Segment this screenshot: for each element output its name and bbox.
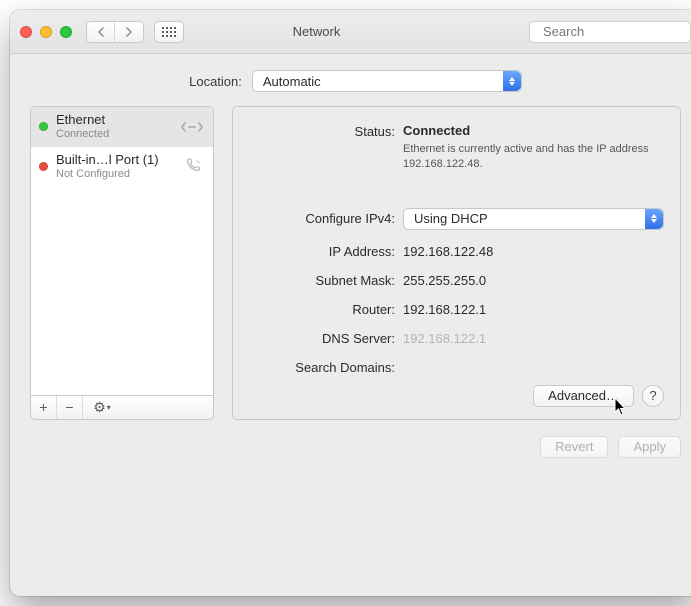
- back-button[interactable]: [87, 22, 115, 42]
- dns-value: 192.168.122.1: [403, 331, 664, 346]
- interface-name: Ethernet: [56, 113, 173, 128]
- ipv4-label: Configure IPv4:: [249, 211, 395, 226]
- ipv4-select-wrap: Using DHCP: [403, 208, 664, 230]
- chevron-down-icon: ▾: [107, 403, 111, 412]
- interface-status: Connected: [56, 128, 173, 141]
- close-window-button[interactable]: [20, 26, 32, 38]
- location-value: Automatic: [263, 74, 321, 89]
- detail-footer: Advanced… ?: [249, 375, 664, 407]
- revert-button[interactable]: Revert: [540, 436, 608, 458]
- router-label: Router:: [249, 302, 395, 317]
- zoom-window-button[interactable]: [60, 26, 72, 38]
- minimize-window-button[interactable]: [40, 26, 52, 38]
- interface-item-ethernet[interactable]: Ethernet Connected: [31, 107, 213, 147]
- status-value: Connected: [403, 123, 664, 138]
- remove-interface-button[interactable]: −: [57, 396, 83, 419]
- stepper-icon: [503, 71, 521, 91]
- interface-name: Built-in…l Port (1): [56, 153, 173, 168]
- router-value: 192.168.122.1: [403, 302, 664, 317]
- advanced-button[interactable]: Advanced…: [533, 385, 634, 407]
- gear-icon: ⚙︎: [93, 399, 106, 416]
- interface-item-builtin-port[interactable]: Built-in…l Port (1) Not Configured: [31, 147, 213, 187]
- body: Ethernet Connected Built-in…l Port (1) N…: [10, 106, 691, 436]
- dns-label: DNS Server:: [249, 331, 395, 346]
- interface-tools: + − ⚙︎ ▾: [30, 396, 214, 420]
- add-interface-button[interactable]: +: [31, 396, 57, 419]
- search-domains-label: Search Domains:: [249, 360, 395, 375]
- traffic-lights: [20, 26, 72, 38]
- window-title: Network: [114, 24, 519, 39]
- apply-button[interactable]: Apply: [618, 436, 681, 458]
- ipv4-value: Using DHCP: [414, 211, 488, 226]
- network-prefs-window: Network Location: Automatic Ethernet Con…: [10, 10, 691, 596]
- interface-sidebar: Ethernet Connected Built-in…l Port (1) N…: [30, 106, 214, 420]
- mask-value: 255.255.255.0: [403, 273, 664, 288]
- stepper-icon: [645, 209, 663, 229]
- ipv4-select[interactable]: Using DHCP: [403, 208, 664, 230]
- detail-panel: Status: Connected Ethernet is currently …: [232, 106, 681, 420]
- status-dot-icon: [39, 162, 48, 171]
- ethernet-icon: [181, 119, 205, 135]
- titlebar: Network: [10, 10, 691, 54]
- interface-status: Not Configured: [56, 168, 173, 181]
- interface-list[interactable]: Ethernet Connected Built-in…l Port (1) N…: [30, 106, 214, 396]
- help-button[interactable]: ?: [642, 385, 664, 407]
- status-label: Status:: [249, 123, 395, 139]
- location-row: Location: Automatic: [10, 54, 691, 106]
- location-select[interactable]: Automatic: [252, 70, 522, 92]
- ip-value: 192.168.122.48: [403, 244, 664, 259]
- location-label: Location:: [189, 74, 242, 89]
- search-input[interactable]: [541, 23, 691, 40]
- interface-actions-menu[interactable]: ⚙︎ ▾: [83, 396, 121, 419]
- status-sub: Ethernet is currently active and has the…: [403, 142, 653, 172]
- detail-grid: Status: Connected Ethernet is currently …: [249, 123, 664, 375]
- mask-label: Subnet Mask:: [249, 273, 395, 288]
- status-dot-icon: [39, 122, 48, 131]
- window-footer: Revert Apply: [10, 436, 691, 474]
- status-value-block: Connected Ethernet is currently active a…: [403, 123, 664, 172]
- phone-icon: [181, 156, 205, 177]
- chevron-left-icon: [97, 27, 105, 37]
- search-field[interactable]: [529, 21, 691, 43]
- ip-label: IP Address:: [249, 244, 395, 259]
